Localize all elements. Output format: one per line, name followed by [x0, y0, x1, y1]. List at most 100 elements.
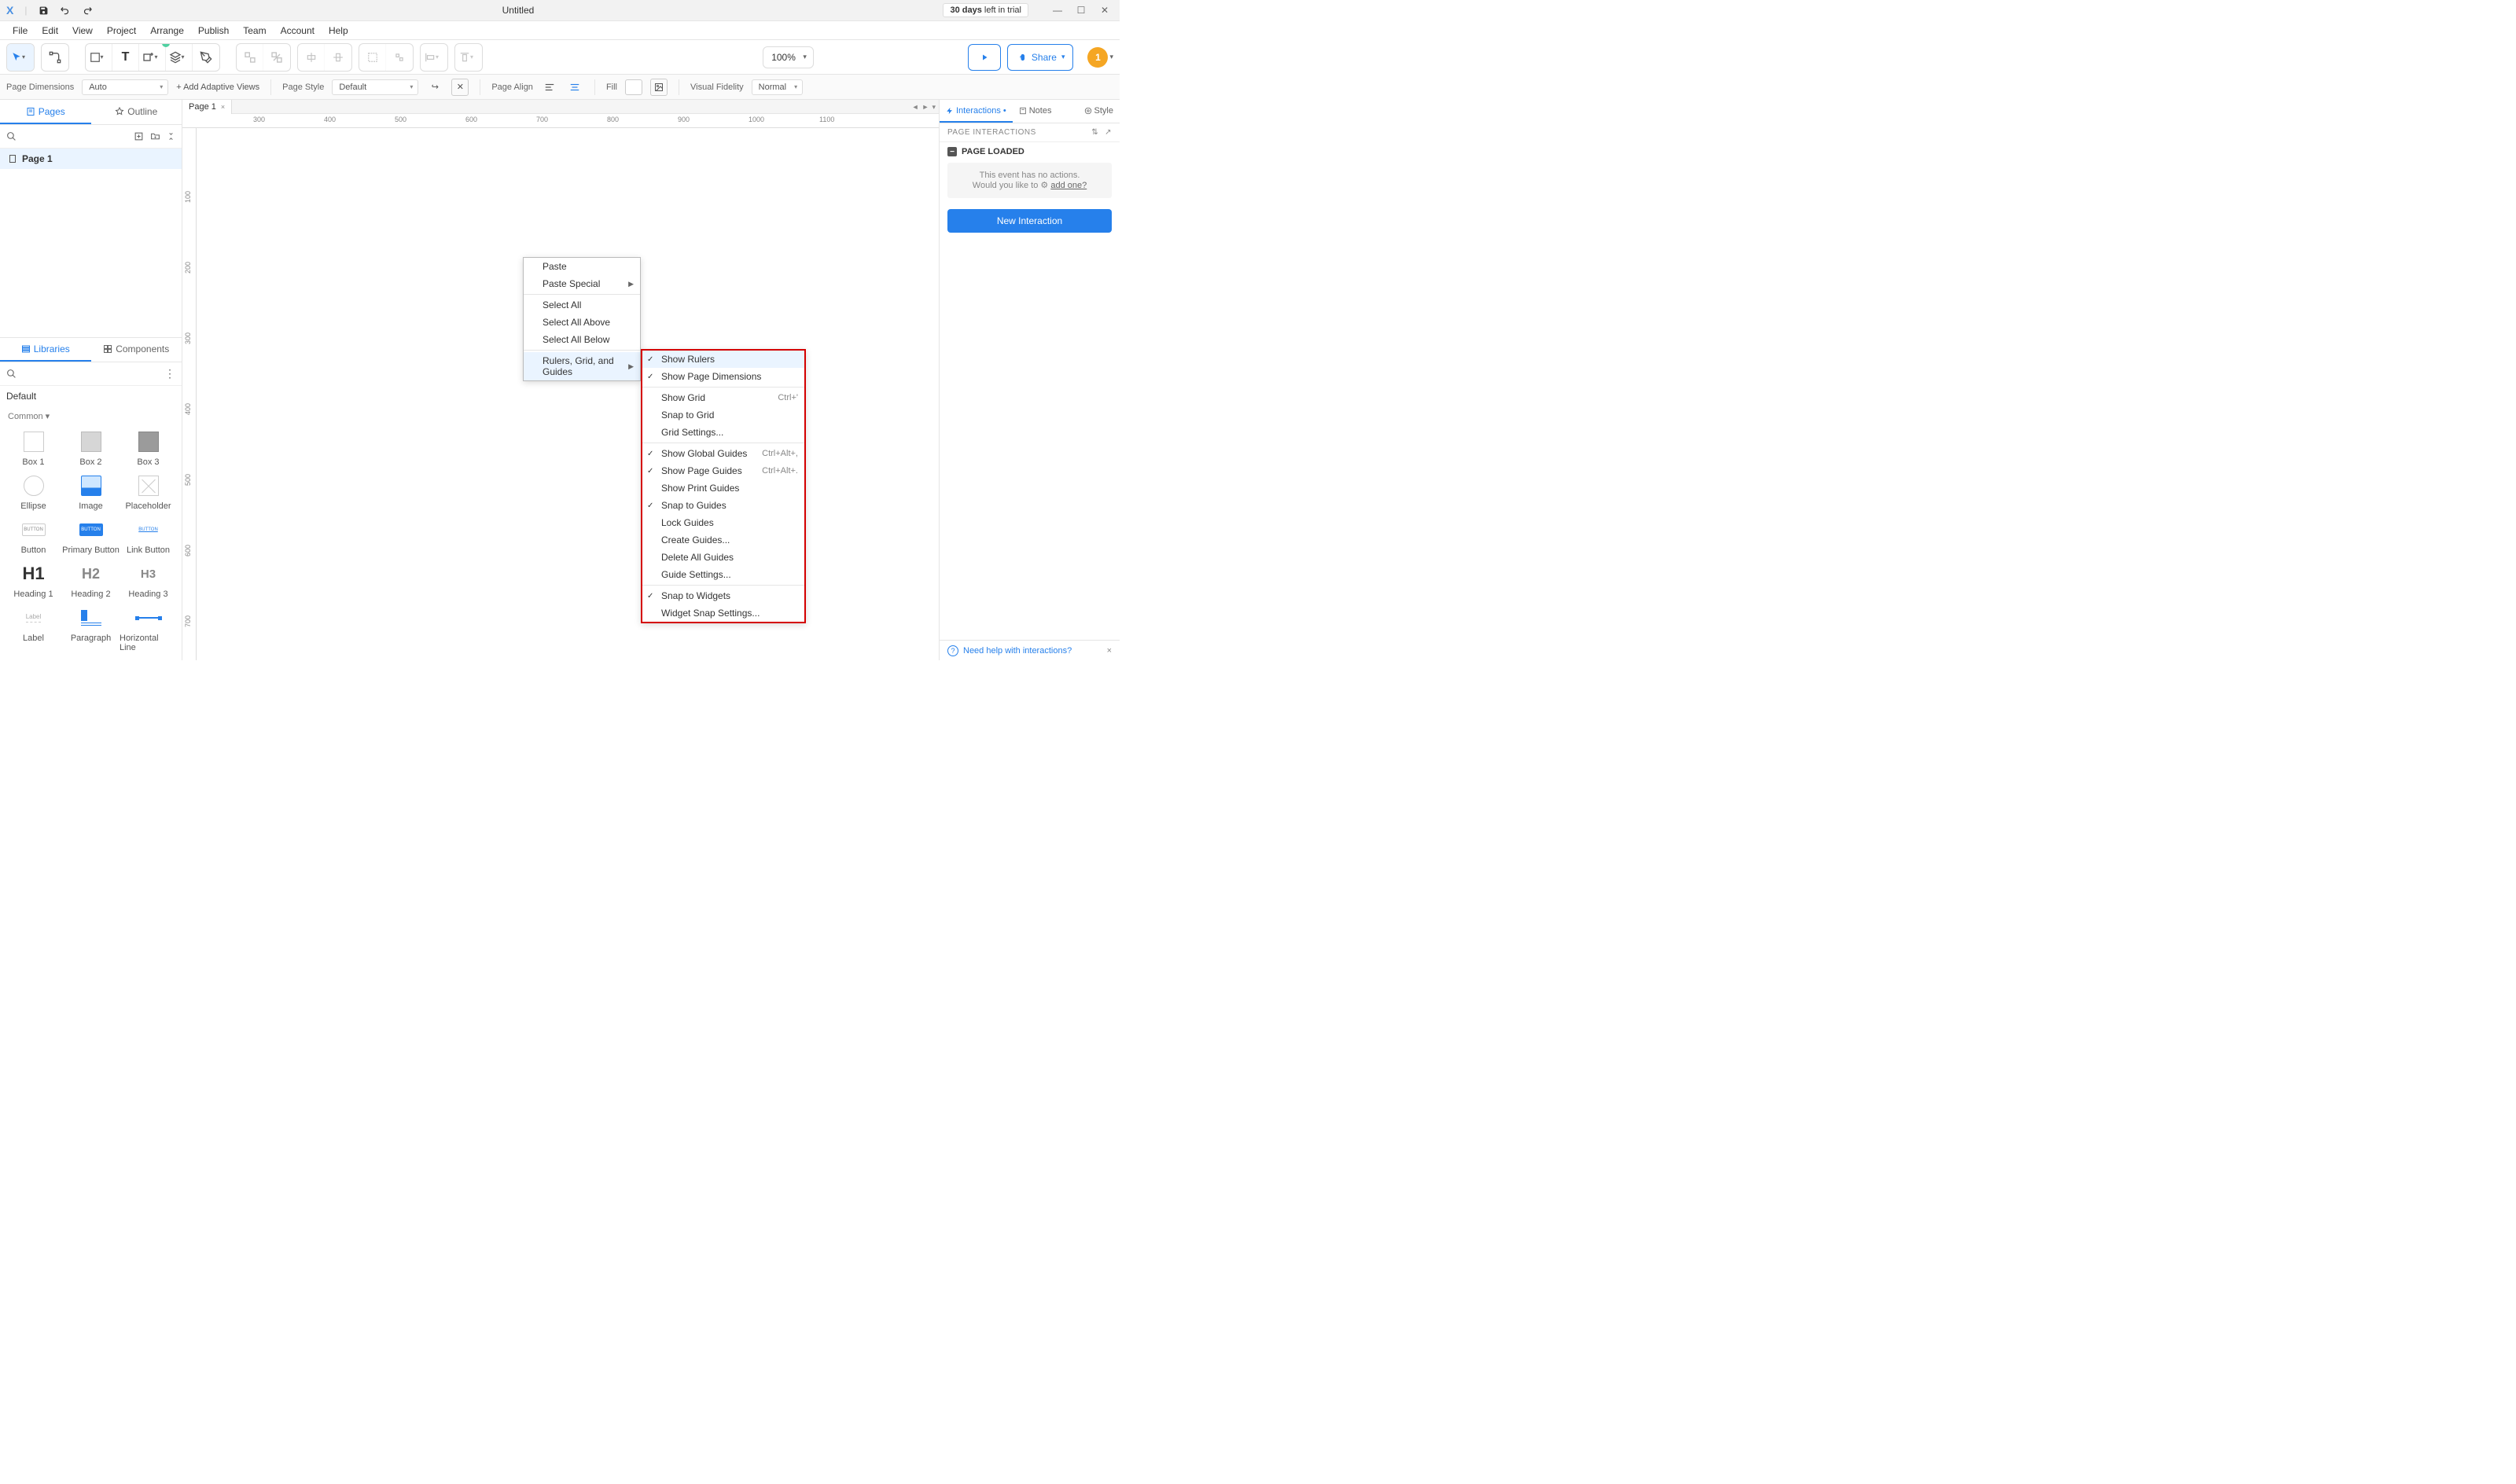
- align-left-tool[interactable]: ▾: [421, 44, 447, 71]
- next-page-icon[interactable]: ►: [922, 103, 929, 111]
- lib-box1[interactable]: Box 1: [5, 429, 62, 467]
- menu-delete-all-guides[interactable]: Delete All Guides: [642, 549, 804, 566]
- redo-icon[interactable]: [82, 5, 93, 16]
- section-common[interactable]: Common ▾: [0, 406, 182, 426]
- menu-snap-to-grid[interactable]: Snap to Grid: [642, 406, 804, 424]
- style-prev-icon[interactable]: ↪: [426, 79, 443, 96]
- page-style-select[interactable]: Default: [332, 79, 418, 95]
- menu-arrange[interactable]: Arrange: [144, 23, 190, 39]
- lib-hline[interactable]: Horizontal Line: [120, 605, 177, 652]
- distribute-h-tool[interactable]: [359, 44, 386, 71]
- select-tool[interactable]: ▾: [7, 44, 34, 71]
- pen-tool[interactable]: [193, 44, 219, 71]
- share-button[interactable]: Share ▾: [1007, 44, 1074, 71]
- menu-snap-to-guides[interactable]: ✓Snap to Guides: [642, 497, 804, 514]
- lib-box2[interactable]: Box 2: [62, 429, 120, 467]
- menu-team[interactable]: Team: [237, 23, 272, 39]
- menu-account[interactable]: Account: [274, 23, 321, 39]
- new-interaction-button[interactable]: New Interaction: [947, 209, 1112, 233]
- insert-tool[interactable]: i▾: [139, 44, 166, 71]
- align-top-tool[interactable]: ▾: [455, 44, 482, 71]
- menu-file[interactable]: File: [6, 23, 34, 39]
- lib-ellipse[interactable]: Ellipse: [5, 473, 62, 511]
- add-action-link[interactable]: add one?: [1050, 181, 1087, 190]
- menu-paste[interactable]: Paste: [524, 258, 640, 275]
- connector-tool[interactable]: [42, 44, 68, 71]
- style-manage-icon[interactable]: ✕: [451, 79, 469, 96]
- tab-pages[interactable]: Pages: [0, 100, 91, 124]
- menu-widget-snap-settings[interactable]: Widget Snap Settings...: [642, 604, 804, 622]
- layers-tool[interactable]: ▾: [166, 44, 193, 71]
- ungroup-tool[interactable]: [263, 44, 290, 71]
- undo-icon[interactable]: [60, 5, 71, 16]
- close-icon[interactable]: ×: [1107, 646, 1112, 656]
- lib-h3[interactable]: H3Heading 3: [120, 561, 177, 599]
- menu-show-grid[interactable]: Show GridCtrl+': [642, 389, 804, 406]
- tab-interactions[interactable]: Interactions•: [940, 100, 1013, 123]
- menu-show-page-dimensions[interactable]: ✓Show Page Dimensions: [642, 368, 804, 385]
- tab-style[interactable]: Style: [1078, 100, 1120, 123]
- lib-paragraph[interactable]: PParagraph: [62, 605, 120, 652]
- tab-outline[interactable]: Outline: [91, 100, 182, 124]
- menu-show-page-guides[interactable]: ✓Show Page GuidesCtrl+Alt+.: [642, 462, 804, 479]
- save-icon[interactable]: [38, 5, 49, 16]
- menu-select-all[interactable]: Select All: [524, 296, 640, 314]
- menu-view[interactable]: View: [66, 23, 99, 39]
- collapse-event-icon[interactable]: −: [947, 147, 957, 156]
- tab-notes[interactable]: Notes: [1013, 100, 1058, 123]
- fill-image-icon[interactable]: [650, 79, 668, 96]
- more-icon[interactable]: ⋮: [164, 367, 175, 380]
- menu-snap-to-widgets[interactable]: ✓Snap to Widgets: [642, 587, 804, 604]
- align-v-tool[interactable]: [325, 44, 351, 71]
- menu-show-print-guides[interactable]: Show Print Guides: [642, 479, 804, 497]
- library-select[interactable]: Default: [6, 391, 175, 402]
- page-dimensions-select[interactable]: Auto: [82, 79, 168, 95]
- tab-libraries[interactable]: Libraries: [0, 338, 91, 362]
- distribute-v-tool[interactable]: [386, 44, 413, 71]
- page-tab[interactable]: Page 1 ×: [182, 100, 232, 114]
- menu-edit[interactable]: Edit: [35, 23, 64, 39]
- close-button[interactable]: ✕: [1094, 2, 1115, 18]
- menu-lock-guides[interactable]: Lock Guides: [642, 514, 804, 531]
- align-left-icon[interactable]: [541, 79, 558, 96]
- add-page-icon[interactable]: [134, 131, 144, 141]
- prev-page-icon[interactable]: ◄: [912, 103, 919, 111]
- menu-select-all-above[interactable]: Select All Above: [524, 314, 640, 331]
- lib-primary-button[interactable]: BUTTONPrimary Button: [62, 517, 120, 555]
- menu-paste-special[interactable]: Paste Special▶: [524, 275, 640, 292]
- menu-guide-settings[interactable]: Guide Settings...: [642, 566, 804, 583]
- menu-create-guides[interactable]: Create Guides...: [642, 531, 804, 549]
- maximize-button[interactable]: ☐: [1071, 2, 1091, 18]
- search-icon[interactable]: [6, 369, 17, 379]
- align-h-tool[interactable]: [298, 44, 325, 71]
- add-folder-icon[interactable]: [150, 131, 160, 141]
- close-icon[interactable]: ×: [221, 103, 225, 111]
- tab-components[interactable]: Components: [91, 338, 182, 362]
- lib-button[interactable]: BUTTONButton: [5, 517, 62, 555]
- menu-publish[interactable]: Publish: [192, 23, 235, 39]
- lib-image[interactable]: Image: [62, 473, 120, 511]
- page-item[interactable]: Page 1: [0, 149, 182, 169]
- lib-label[interactable]: LabelLabel: [5, 605, 62, 652]
- visual-fidelity-select[interactable]: Normal: [752, 79, 803, 95]
- menu-show-rulers[interactable]: ✓Show Rulers: [642, 351, 804, 368]
- user-avatar[interactable]: 1: [1087, 47, 1108, 68]
- search-icon[interactable]: [6, 131, 17, 141]
- pages-dropdown-icon[interactable]: ▾: [932, 103, 936, 112]
- lib-placeholder[interactable]: Placeholder: [120, 473, 177, 511]
- lib-box3[interactable]: Box 3: [120, 429, 177, 467]
- menu-grid-settings[interactable]: Grid Settings...: [642, 424, 804, 441]
- shape-tool[interactable]: ▾: [86, 44, 112, 71]
- menu-help[interactable]: Help: [322, 23, 355, 39]
- lib-h2[interactable]: H2Heading 2: [62, 561, 120, 599]
- collapse-icon[interactable]: ⇅: [1091, 128, 1098, 137]
- group-tool[interactable]: [237, 44, 263, 71]
- chevron-down-icon[interactable]: ▾: [1109, 53, 1113, 61]
- ruler-horizontal[interactable]: 300 400 500 600 700 800 900 1000 1100: [182, 114, 939, 128]
- preview-button[interactable]: [968, 44, 1001, 71]
- trial-badge[interactable]: 30 days left in trial: [943, 3, 1028, 17]
- add-adaptive-views[interactable]: + Add Adaptive Views: [176, 83, 259, 92]
- menu-select-all-below[interactable]: Select All Below: [524, 331, 640, 348]
- lib-h1[interactable]: H1Heading 1: [5, 561, 62, 599]
- menu-rulers-grid-guides[interactable]: Rulers, Grid, and Guides▶: [524, 352, 640, 380]
